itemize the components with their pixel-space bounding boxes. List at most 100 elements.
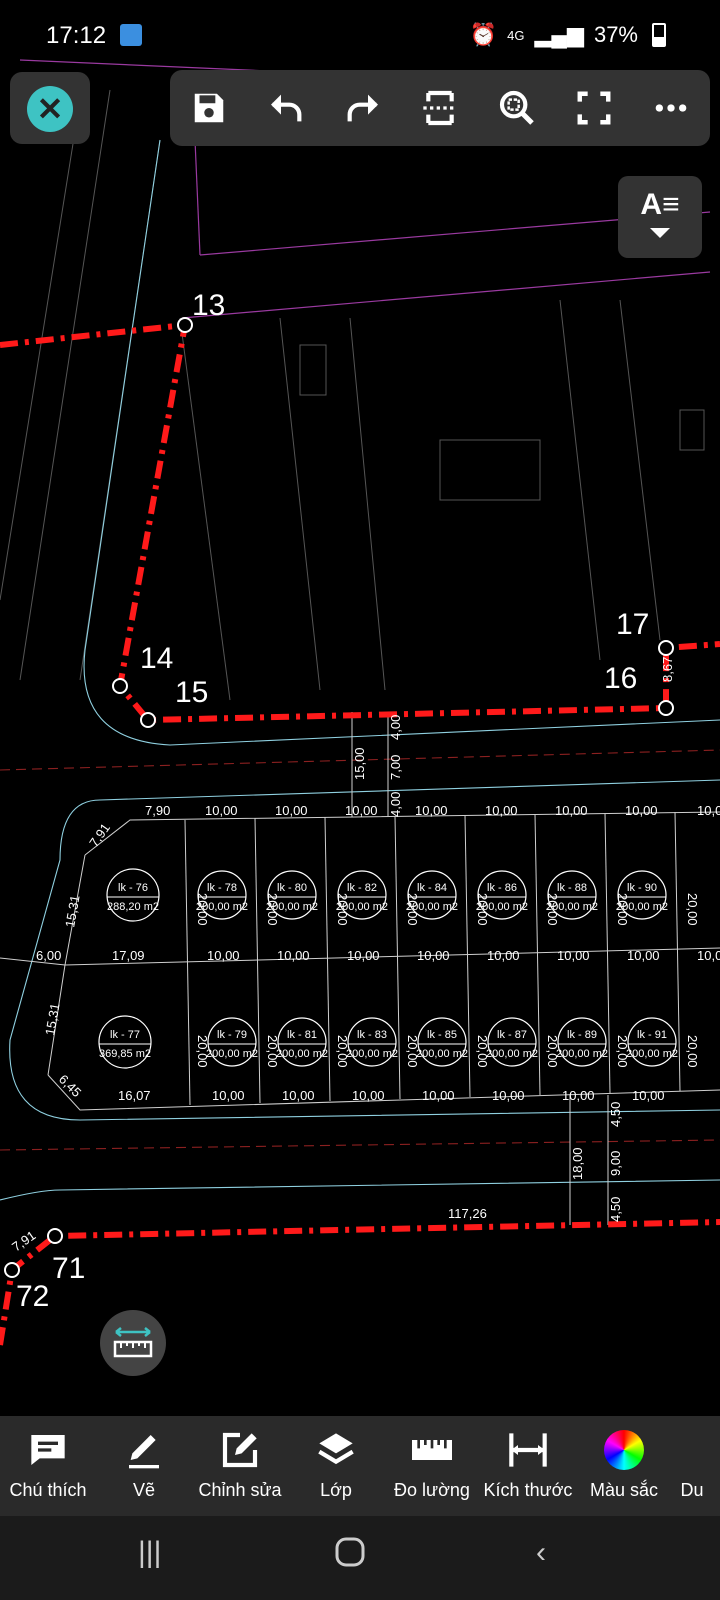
svg-text:4,50: 4,50 [608,1102,623,1127]
width-label: 10,00 [205,803,238,818]
lot-tag[interactable]: lk - 85 200,00 m2 [416,1017,468,1067]
width-label: 10,00 [487,948,520,963]
point-label-72: 72 [16,1280,49,1313]
system-nav-bar: ||| ‹ [0,1516,720,1600]
pencil-icon [122,1428,166,1472]
tool-edit[interactable]: Chỉnh sửa [192,1416,288,1516]
lot-tag[interactable]: lk - 81 200,00 m2 [276,1017,328,1067]
lot-tag[interactable]: lk - 76 288,20 m2 [106,868,160,922]
point-label-17: 17 [616,608,649,641]
lot-id: lk - 80 [277,882,307,894]
tool-label: Chỉnh sửa [198,1480,282,1500]
svg-text:4,50: 4,50 [608,1197,623,1222]
status-bar: 17:12 ⏰ 4G ▂▄▆ 37% [0,0,720,72]
cad-drawing-canvas[interactable]: 13 14 15 16 17 71 72 8,67 7,91 117,26 4,… [0,0,720,1416]
width-label: 7,90 [145,803,170,818]
lot-area: 200,00 m2 [556,1048,608,1060]
lot-area: 200,00 m2 [196,901,248,913]
width-label: 10,00 [562,1088,595,1103]
recent-apps-icon[interactable]: ||| [138,1536,161,1570]
dimension-icon [506,1428,550,1472]
lot-id: lk - 76 [118,882,148,894]
tool-draw[interactable]: Vẽ [96,1416,192,1516]
close-button[interactable]: ✕ [10,72,90,144]
lot-id: lk - 91 [637,1029,667,1041]
depth-label: 20,00 [685,893,700,926]
tool-color[interactable]: Màu sắc [576,1416,672,1516]
lot-tag[interactable]: lk - 89 200,00 m2 [556,1017,608,1067]
svg-text:6,45: 6,45 [56,1072,85,1101]
lot-id: lk - 77 [110,1029,140,1041]
svg-text:15,00: 15,00 [352,747,367,780]
lot-area: 200,00 m2 [406,901,458,913]
lot-id: lk - 83 [357,1029,387,1041]
tool-dimension[interactable]: Kích thước [480,1416,576,1516]
width-label: 10,00 [627,948,660,963]
seg-71-72: 7,91 [9,1228,38,1255]
zoom-extent-icon[interactable] [491,82,543,134]
point-label-14: 14 [140,642,173,675]
width-label: 10,00 [345,803,378,818]
lot-id: lk - 84 [417,882,447,894]
lot-tag[interactable]: lk - 83 200,00 m2 [346,1017,398,1067]
width-label: 10,00 [625,803,658,818]
home-app-icon [120,24,142,46]
lot-id: lk - 82 [347,882,377,894]
measure-fab-button[interactable] [100,1310,166,1376]
width-label: 10,00 [212,1088,245,1103]
ruler-icon [410,1428,454,1472]
lot-grid [0,712,720,1225]
ruler-icon [113,1327,153,1358]
width-label: 10,0 [697,948,720,963]
lot-area: 200,00 m2 [476,901,528,913]
signal-icon: ▂▄▆ [534,22,584,47]
tool-layers[interactable]: Lớp [288,1416,384,1516]
lot-tag[interactable]: lk - 79 200,00 m2 [206,1017,258,1067]
battery-text: 37% [593,22,638,47]
section-icon[interactable] [414,82,466,134]
text-style-button[interactable]: A≡ [618,176,702,258]
lot-id: lk - 90 [627,882,657,894]
redo-icon[interactable] [337,82,389,134]
svg-text:15,31: 15,31 [62,894,82,929]
bottom-tool-bar: Chú thích Vẽ Chỉnh sửa Lớp Đo lường Kích… [0,1416,720,1516]
lot-tags[interactable]: lk - 76 288,20 m2 lk - 78 200,00 m2 lk - 80 2… [98,868,678,1069]
fullscreen-icon[interactable] [568,82,620,134]
lot-area: 200,00 m2 [266,901,318,913]
lot-area: 200,00 m2 [336,901,388,913]
width-label: 6,00 [36,948,61,963]
point-labels: 13 14 15 16 17 71 72 [16,289,649,1313]
comment-icon [26,1428,70,1472]
status-icons: ⏰ 4G ▂▄▆ 37% [470,22,666,48]
save-icon[interactable] [183,82,235,134]
lot-area: 200,00 m2 [276,1048,328,1060]
lot-tag[interactable]: lk - 77 369,85 m2 [98,1015,152,1069]
width-label: 10,00 [555,803,588,818]
home-nav-icon[interactable] [334,1536,366,1576]
width-label: 10,00 [632,1088,665,1103]
undo-icon[interactable] [260,82,312,134]
seg-71-east: 117,26 [448,1206,487,1221]
svg-text:4,00: 4,00 [388,792,403,817]
lot-tag[interactable]: lk - 91 200,00 m2 [626,1017,678,1067]
point-label-71: 71 [52,1252,85,1285]
tool-annotation[interactable]: Chú thích [0,1416,96,1516]
width-label: 10,00 [277,948,310,963]
battery-icon [652,23,666,47]
more-icon[interactable] [645,82,697,134]
width-label: 17,09 [112,948,145,963]
lot-id: lk - 89 [567,1029,597,1041]
lot-tag[interactable]: lk - 87 200,00 m2 [486,1017,538,1067]
svg-text:7,00: 7,00 [388,755,403,780]
lot-area: 200,00 m2 [206,1048,258,1060]
lot-area: 200,00 m2 [616,901,668,913]
lot-area: 200,00 m2 [416,1048,468,1060]
lot-area: 369,85 m2 [99,1048,151,1060]
back-icon[interactable]: ‹ [536,1536,546,1570]
tool-more[interactable]: Du [672,1416,712,1516]
tool-measure[interactable]: Đo lường [384,1416,480,1516]
point-label-15: 15 [175,676,208,709]
vertex-markers[interactable] [4,317,674,1278]
lot-id: lk - 88 [557,882,587,894]
background-lines-gray [0,89,705,701]
